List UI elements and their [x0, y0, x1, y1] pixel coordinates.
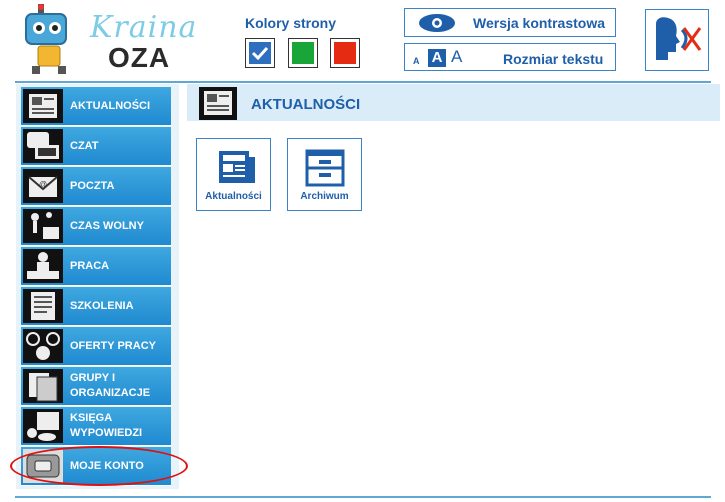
- text-size-medium[interactable]: A: [428, 49, 446, 67]
- leisure-icon: [23, 209, 63, 243]
- sidebar-item-label: POCZTA: [70, 180, 115, 192]
- sidebar-item-moje-konto[interactable]: MOJE KONTO: [21, 447, 171, 486]
- sidebar-item-label: OFERTY PRACY: [70, 340, 156, 352]
- header-divider: [15, 81, 711, 83]
- news-icon: [219, 151, 255, 183]
- sidebar-item-label: MOJE KONTO: [70, 460, 144, 472]
- newspaper-icon: [199, 87, 237, 120]
- main-header: AKTUALNOŚCI: [187, 84, 720, 121]
- job-offers-icon: [23, 329, 63, 363]
- tile-label: Archiwum: [300, 191, 349, 202]
- sidebar-item-szkolenia[interactable]: SZKOLENIA: [21, 287, 171, 326]
- contrast-button[interactable]: Wersja kontrastowa: [404, 8, 616, 37]
- page-title: AKTUALNOŚCI: [251, 96, 361, 113]
- header: Kraina OZA Kolory strony Wersja kontrast…: [0, 0, 725, 82]
- color-option-green[interactable]: [288, 38, 318, 68]
- speech-toggle-button[interactable]: [645, 9, 709, 71]
- site-logo[interactable]: Kraina OZA: [20, 4, 196, 76]
- guestbook-icon: [23, 409, 63, 443]
- tile-aktualnosci[interactable]: Aktualności: [196, 138, 271, 211]
- text-size-small[interactable]: A: [413, 56, 420, 66]
- robot-mascot-icon: [25, 4, 67, 74]
- color-option-blue[interactable]: [245, 38, 275, 68]
- sidebar-item-oferty-pracy[interactable]: OFERTY PRACY: [21, 327, 171, 366]
- chat-computer-icon: [23, 129, 63, 163]
- training-icon: [23, 289, 63, 323]
- contrast-label: Wersja kontrastowa: [473, 15, 606, 31]
- sidebar-item-label: SZKOLENIA: [70, 300, 134, 312]
- tile-label: Aktualności: [205, 191, 262, 202]
- groups-icon: [23, 369, 63, 403]
- archive-icon: [305, 149, 345, 187]
- sidebar-item-label: CZAT: [70, 140, 99, 152]
- sidebar-item-czat[interactable]: CZAT: [21, 127, 171, 166]
- sidebar-item-poczta[interactable]: @ POCZTA: [21, 167, 171, 206]
- sidebar-item-grupy-i-organizacje[interactable]: GRUPY I ORGANIZACJE: [21, 367, 171, 406]
- sidebar-item-label: AKTUALNOŚCI: [70, 100, 151, 112]
- work-icon: [23, 249, 63, 283]
- sidebar-item-label: KSIĘGA WYPOWIEDZI: [70, 412, 143, 439]
- sidebar: AKTUALNOŚCI CZAT @ POCZTA CZAS WOLNY PRA…: [16, 84, 179, 489]
- color-option-red[interactable]: [330, 38, 360, 68]
- text-size-label: Rozmiar tekstu: [503, 51, 604, 67]
- eye-icon: [419, 14, 455, 32]
- mail-icon: @: [23, 169, 63, 203]
- sidebar-item-label: CZAS WOLNY: [70, 220, 144, 232]
- sidebar-item-label: PRACA: [70, 260, 110, 272]
- sidebar-item-label: GRUPY I ORGANIZACJE: [70, 372, 151, 399]
- logo-text-kraina: Kraina: [90, 10, 198, 45]
- text-size-button[interactable]: A A A Rozmiar tekstu: [404, 43, 616, 71]
- sidebar-item-aktualnosci[interactable]: AKTUALNOŚCI: [21, 87, 171, 126]
- tile-archiwum[interactable]: Archiwum: [287, 138, 362, 211]
- newspaper-icon: [23, 89, 63, 123]
- sidebar-item-czas-wolny[interactable]: CZAS WOLNY: [21, 207, 171, 246]
- sidebar-item-praca[interactable]: PRACA: [21, 247, 171, 286]
- text-size-large[interactable]: A: [451, 47, 462, 67]
- sidebar-item-ksiega-wypowiedzi[interactable]: KSIĘGA WYPOWIEDZI: [21, 407, 171, 446]
- speech-off-icon: [656, 17, 702, 60]
- checkmark-icon: [251, 46, 269, 61]
- colors-title: Kolory strony: [245, 15, 337, 31]
- logo-text-oza: OZA: [108, 42, 171, 73]
- svg-text:@: @: [39, 180, 47, 189]
- account-icon: [23, 449, 63, 483]
- footer-divider: [15, 496, 711, 498]
